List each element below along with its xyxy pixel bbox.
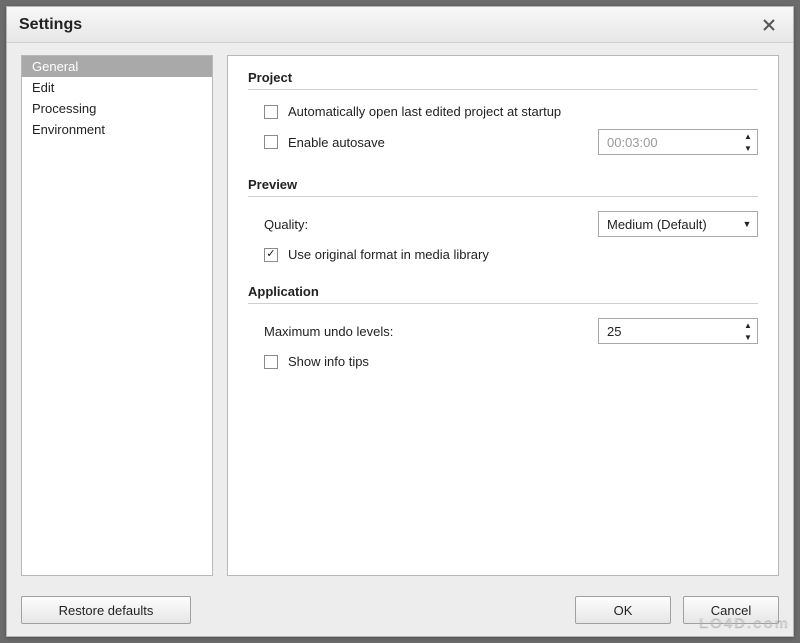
row-autosave: Enable autosave 00:03:00 ▲ ▼ — [264, 129, 758, 155]
titlebar: Settings — [7, 7, 793, 43]
section-heading-project: Project — [248, 70, 758, 85]
row-use-original: Use original format in media library — [264, 247, 758, 262]
window-title: Settings — [19, 16, 755, 34]
label-autosave: Enable autosave — [288, 135, 385, 150]
section-heading-application: Application — [248, 284, 758, 299]
dropdown-quality-value: Medium (Default) — [599, 212, 737, 236]
restore-defaults-button[interactable]: Restore defaults — [21, 596, 191, 624]
spinner-undo-value: 25 — [599, 319, 739, 343]
spinner-down-icon[interactable]: ▼ — [739, 142, 757, 154]
label-use-original: Use original format in media library — [288, 247, 489, 262]
sidebar-item-edit[interactable]: Edit — [22, 77, 212, 98]
settings-panel: Project Automatically open last edited p… — [227, 55, 779, 576]
spinner-arrows: ▲ ▼ — [739, 130, 757, 154]
dialog-body: General Edit Processing Environment Proj… — [7, 43, 793, 584]
spinner-autosave-interval[interactable]: 00:03:00 ▲ ▼ — [598, 129, 758, 155]
sidebar: General Edit Processing Environment — [21, 55, 213, 576]
section-heading-preview: Preview — [248, 177, 758, 192]
dialog-footer: Restore defaults OK Cancel — [7, 584, 793, 636]
ok-button[interactable]: OK — [575, 596, 671, 624]
divider — [248, 89, 758, 90]
spinner-down-icon[interactable]: ▼ — [739, 331, 757, 343]
sidebar-item-environment[interactable]: Environment — [22, 119, 212, 140]
label-undo-levels: Maximum undo levels: — [264, 324, 393, 339]
divider — [248, 196, 758, 197]
label-quality: Quality: — [264, 217, 308, 232]
sidebar-item-general[interactable]: General — [22, 56, 212, 77]
spinner-autosave-value: 00:03:00 — [599, 130, 739, 154]
cancel-button[interactable]: Cancel — [683, 596, 779, 624]
spinner-arrows: ▲ ▼ — [739, 319, 757, 343]
spinner-up-icon[interactable]: ▲ — [739, 130, 757, 142]
checkbox-show-tips[interactable] — [264, 355, 278, 369]
label-show-tips: Show info tips — [288, 354, 369, 369]
checkbox-autosave[interactable] — [264, 135, 278, 149]
row-show-tips: Show info tips — [264, 354, 758, 369]
divider — [248, 303, 758, 304]
checkbox-use-original[interactable] — [264, 248, 278, 262]
dropdown-quality[interactable]: Medium (Default) ▼ — [598, 211, 758, 237]
close-button[interactable] — [755, 14, 783, 36]
spinner-up-icon[interactable]: ▲ — [739, 319, 757, 331]
close-icon — [763, 19, 775, 31]
row-open-last: Automatically open last edited project a… — [264, 104, 758, 119]
row-undo-levels: Maximum undo levels: 25 ▲ ▼ — [264, 318, 758, 344]
sidebar-item-processing[interactable]: Processing — [22, 98, 212, 119]
spinner-undo-levels[interactable]: 25 ▲ ▼ — [598, 318, 758, 344]
label-open-last: Automatically open last edited project a… — [288, 104, 561, 119]
checkbox-open-last[interactable] — [264, 105, 278, 119]
row-quality: Quality: Medium (Default) ▼ — [264, 211, 758, 237]
settings-window: Settings General Edit Processing Environ… — [6, 6, 794, 637]
chevron-down-icon[interactable]: ▼ — [737, 212, 757, 236]
